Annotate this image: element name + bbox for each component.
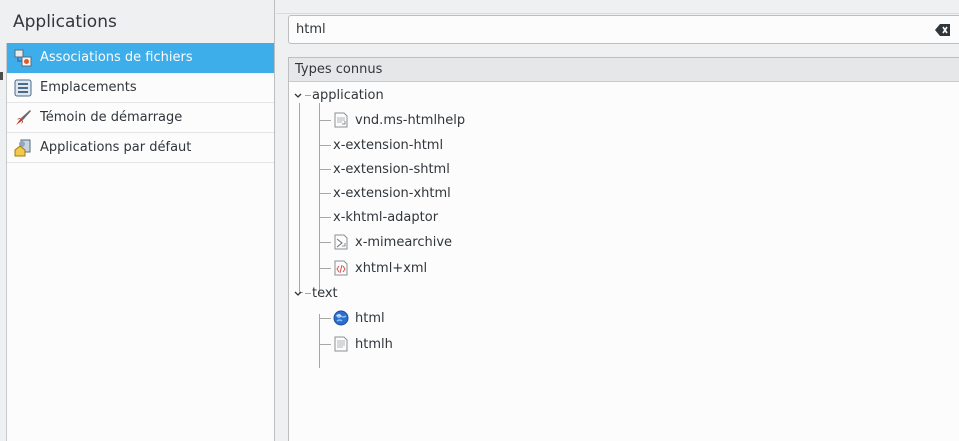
tree-branch-line <box>319 103 320 292</box>
globe-icon <box>333 310 349 326</box>
search-box[interactable] <box>288 15 959 44</box>
search-input[interactable] <box>296 22 926 37</box>
sidebar-list: Associations de fichiers Emplacements Té… <box>6 43 274 441</box>
tree-item-label: xhtml+xml <box>355 260 428 276</box>
tree-item-label: x-extension-html <box>333 137 444 153</box>
tree-group-label: text <box>312 285 338 301</box>
main-area: Types connus application vnd.ms-htmlhelp <box>276 0 959 441</box>
tree-branch-line <box>305 95 311 96</box>
tree-branch-line <box>319 193 331 194</box>
tree-group-text[interactable]: text <box>312 283 338 303</box>
locations-icon <box>13 78 33 98</box>
xml-document-icon <box>334 260 348 276</box>
launch-feedback-icon <box>13 108 33 128</box>
top-strip <box>276 0 959 14</box>
tree-branch-line <box>319 314 320 368</box>
tree-item-label: x-mimearchive <box>355 234 453 250</box>
tree-item-x-extension-html[interactable]: x-extension-html <box>333 135 443 155</box>
tree-item-xhtml-xml[interactable]: xhtml+xml <box>333 258 427 278</box>
tree-group-label: application <box>312 87 384 103</box>
tree-item-x-extension-xhtml[interactable]: x-extension-xhtml <box>333 183 451 203</box>
sidebar: Applications Associations de fichiers Em… <box>0 0 275 441</box>
tree-branch-line <box>319 217 331 218</box>
tree-branch-line <box>305 293 311 294</box>
tree-item-label: x-extension-shtml <box>333 161 450 177</box>
file-associations-icon <box>13 48 33 68</box>
sidebar-item-default-applications[interactable]: Applications par défaut <box>7 133 274 163</box>
panel-handle <box>0 72 3 80</box>
tree-branch-line <box>319 318 331 319</box>
tree-branch-line <box>299 103 300 292</box>
tree-item-x-mimearchive[interactable]: x-mimearchive <box>333 232 452 252</box>
tree-item-label: htmlh <box>355 336 393 352</box>
tree-item-label: html <box>355 310 385 326</box>
text-document-icon <box>334 336 348 352</box>
tree-item-html[interactable]: html <box>333 308 385 328</box>
tree-branch-line <box>319 145 331 146</box>
default-applications-icon <box>13 138 33 158</box>
sidebar-item-launch-feedback[interactable]: Témoin de démarrage <box>7 103 274 133</box>
tree-branch-line <box>319 169 331 170</box>
clear-search-icon[interactable] <box>935 23 951 37</box>
tree-item-label: x-extension-xhtml <box>333 185 451 201</box>
tree-branch-line <box>319 120 331 121</box>
tree-item-htmlh[interactable]: htmlh <box>333 334 393 354</box>
document-icon <box>334 112 348 128</box>
sidebar-item-file-associations[interactable]: Associations de fichiers <box>7 43 274 73</box>
tree-item-label: x-khtml-adaptor <box>333 209 439 225</box>
sidebar-item-locations[interactable]: Emplacements <box>7 73 274 103</box>
tree-item-label: vnd.ms-htmlhelp <box>355 112 466 128</box>
tree-item-vnd-ms-htmlhelp[interactable]: vnd.ms-htmlhelp <box>333 110 465 130</box>
sidebar-title: Applications <box>13 12 117 32</box>
sidebar-item-label: Applications par défaut <box>40 140 192 155</box>
tree-branch-line <box>319 344 331 345</box>
sidebar-item-label: Témoin de démarrage <box>40 110 183 125</box>
tree-item-x-extension-shtml[interactable]: x-extension-shtml <box>333 159 450 179</box>
chevron-down-icon[interactable] <box>293 90 303 100</box>
tree-item-x-khtml-adaptor[interactable]: x-khtml-adaptor <box>333 207 438 227</box>
tree-group-application[interactable]: application <box>312 85 384 105</box>
tree-branch-line <box>319 242 331 243</box>
tree-header-types-connus[interactable]: Types connus <box>289 58 959 82</box>
tree-branch-line <box>319 268 331 269</box>
chevron-down-icon[interactable] <box>293 288 303 298</box>
archive-document-icon <box>334 234 348 250</box>
sidebar-item-label: Associations de fichiers <box>40 50 193 65</box>
mime-type-tree-panel: Types connus application vnd.ms-htmlhelp <box>288 57 959 441</box>
sidebar-item-label: Emplacements <box>40 80 137 95</box>
